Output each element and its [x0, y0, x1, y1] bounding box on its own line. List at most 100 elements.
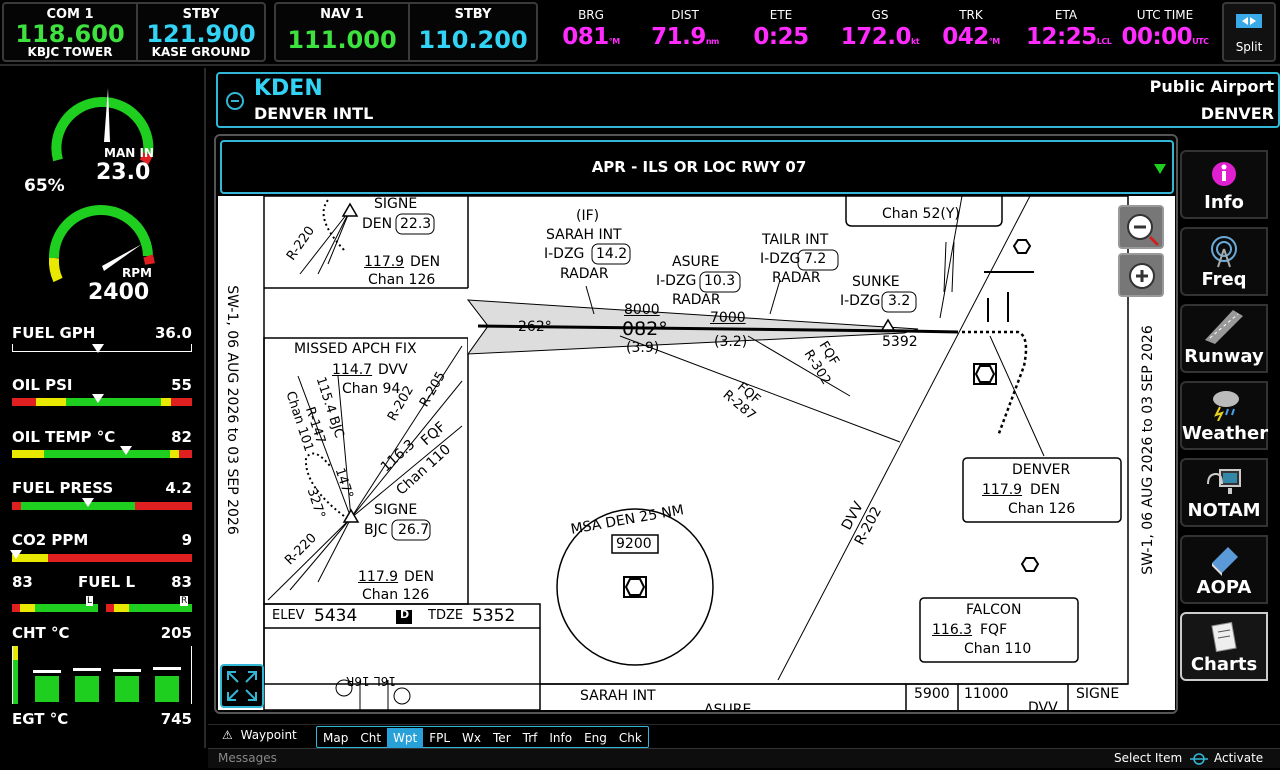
tab-weather[interactable]: Weather: [1180, 381, 1268, 450]
approach-chart-plate[interactable]: SW-1, 06 AUG 2026 to 03 SEP 2026 SW-1, 0…: [218, 196, 1175, 710]
softkey-wpt[interactable]: Wpt: [387, 728, 424, 748]
softkey-info[interactable]: Info: [543, 728, 578, 748]
den-id-top: DEN: [410, 254, 441, 270]
missed-approach-fix: MISSED APCH FIX: [294, 341, 417, 357]
messages-label[interactable]: Messages: [218, 751, 277, 765]
asure-label: ASURE: [672, 254, 720, 270]
gs-field[interactable]: GS 172.0kt: [840, 8, 920, 50]
com-radio-panel[interactable]: COM 1 118.600 KBJC TOWER STBY 121.900 KA…: [2, 2, 266, 62]
tab-info[interactable]: Info: [1180, 150, 1268, 219]
fullscreen-button[interactable]: [220, 664, 264, 708]
split-button[interactable]: Split: [1222, 2, 1276, 62]
zoom-out-button[interactable]: [1118, 205, 1164, 249]
sarah-radar: RADAR: [560, 266, 609, 282]
dist-field[interactable]: DIST 71.9nm: [650, 8, 720, 50]
com-standby[interactable]: STBY 121.900 KASE GROUND: [138, 4, 264, 60]
runway-icon: [1205, 310, 1243, 344]
procedure-selector[interactable]: APR - ILS OR LOC RWY 07: [220, 140, 1174, 194]
fuel-press-value: 4.2: [165, 479, 192, 497]
tab-charts-label: Charts: [1190, 654, 1258, 675]
nav-standby[interactable]: STBY 110.200: [410, 4, 536, 60]
fuel-left-value: 83: [12, 573, 33, 591]
radio-tower-icon: [1211, 236, 1237, 268]
brg-unit: °M: [608, 37, 620, 46]
fuel-gph-label: FUEL GPH: [12, 324, 96, 342]
dist-label: DIST: [671, 8, 699, 22]
ete-field[interactable]: ETE 0:25: [746, 8, 816, 50]
nav-stby-label: STBY: [454, 7, 492, 22]
denver-vor-freq: 117.9: [982, 482, 1023, 498]
softkey-map[interactable]: Map: [317, 728, 354, 748]
sunke-distance: 3.2: [888, 293, 911, 309]
chan126-top: Chan 126: [368, 272, 436, 288]
chan126-bottom: Chan 126: [362, 587, 430, 603]
tab-notam[interactable]: NOTAM: [1180, 458, 1268, 527]
softkey-trf[interactable]: Trf: [517, 728, 544, 748]
distance-3-9: (3.9): [626, 340, 660, 356]
cht-label: CHT °C: [12, 624, 70, 642]
tailr-radar: RADAR: [772, 270, 821, 286]
oil-temp-label: OIL TEMP °C: [12, 428, 116, 446]
page-selector[interactable]: Map Cht Wpt FPL Wx Ter Trf Info Eng Chk: [316, 726, 649, 748]
softkey-fpl[interactable]: FPL: [423, 728, 456, 748]
falcon-vor-name: FALCON: [966, 602, 1022, 618]
softkey-ter[interactable]: Ter: [487, 728, 517, 748]
trk-field[interactable]: TRK 042°M: [936, 8, 1006, 50]
alt-11000: 11000: [964, 686, 1009, 702]
softkey-eng[interactable]: Eng: [578, 728, 613, 748]
dvv-bottom-label: DVV: [1028, 700, 1058, 710]
co2-value: 9: [181, 531, 192, 549]
eta-value: 12:25: [1026, 24, 1097, 50]
eta-field[interactable]: ETA 12:25LCL: [1026, 8, 1112, 50]
dist-value: 71.9: [651, 24, 706, 50]
trk-unit: °M: [988, 37, 1000, 46]
tab-aopa-label: AOPA: [1196, 577, 1252, 598]
tab-freq[interactable]: Freq: [1180, 227, 1268, 296]
tab-runway[interactable]: Runway: [1180, 304, 1268, 373]
fuel-press-bar: [12, 502, 192, 510]
softkey-wx[interactable]: Wx: [456, 728, 487, 748]
runway-16l: 16L: [374, 674, 396, 688]
com-active-freq: 118.600: [15, 20, 125, 48]
aopa-book-icon: [1212, 547, 1238, 576]
waypoint-button[interactable]: ⚠ Waypoint: [222, 728, 297, 742]
softkey-chk[interactable]: Chk: [613, 728, 648, 748]
chan52-label: Chan 52(Y): [882, 206, 960, 222]
airport-header[interactable]: KDEN DENVER INTL Public Airport DENVER: [216, 72, 1280, 128]
collapse-icon[interactable]: [226, 92, 244, 110]
softkey-cht[interactable]: Cht: [354, 728, 387, 748]
eta-unit: LCL: [1096, 37, 1112, 46]
gs-value: 172.0: [840, 24, 912, 50]
oil-temp-bar: [12, 450, 192, 458]
cylinder-2-bar: [75, 676, 99, 702]
tab-aopa[interactable]: AOPA: [1180, 535, 1268, 604]
utc-value-wrap: 00:00UTC: [1120, 24, 1210, 50]
dvv-id: DVV: [378, 362, 408, 378]
nav-radio-panel[interactable]: NAV 1 111.000 STBY 110.200: [274, 2, 538, 62]
utc-label: UTC TIME: [1136, 8, 1194, 22]
com-active[interactable]: COM 1 118.600 KBJC TOWER: [4, 4, 136, 60]
alt-5900: 5900: [914, 686, 950, 702]
utc-field[interactable]: UTC TIME 00:00UTC: [1120, 8, 1210, 50]
dropdown-arrow-icon[interactable]: [1154, 164, 1166, 174]
signe-bottom-row-label: SIGNE: [1076, 686, 1120, 702]
brg-field[interactable]: BRG 081°M: [556, 8, 626, 50]
brg-value-wrap: 081°M: [556, 24, 626, 50]
den-freq-top: 117.9: [364, 254, 405, 270]
fuel-right-marker: R: [180, 596, 189, 606]
activate-label: Activate: [1214, 751, 1264, 765]
nav-active[interactable]: NAV 1 111.000: [276, 4, 408, 60]
power-percent: 65%: [24, 176, 65, 196]
com-stby-freq: 121.900: [146, 20, 256, 48]
den-freq-bottom: 117.9: [358, 569, 399, 585]
cylinder-4-bar: [155, 676, 179, 702]
tab-charts[interactable]: Charts: [1180, 612, 1268, 681]
oil-psi-label: OIL PSI: [12, 376, 73, 394]
nav-stby-freq: 110.200: [418, 26, 528, 54]
eta-label: ETA: [1054, 8, 1078, 22]
sunke-idzg: I-DZG: [840, 293, 881, 309]
cylinder-1-marker: [33, 670, 61, 673]
co2-pointer: [10, 550, 22, 559]
zoom-in-button[interactable]: [1118, 253, 1164, 297]
trk-value: 042: [942, 24, 989, 50]
